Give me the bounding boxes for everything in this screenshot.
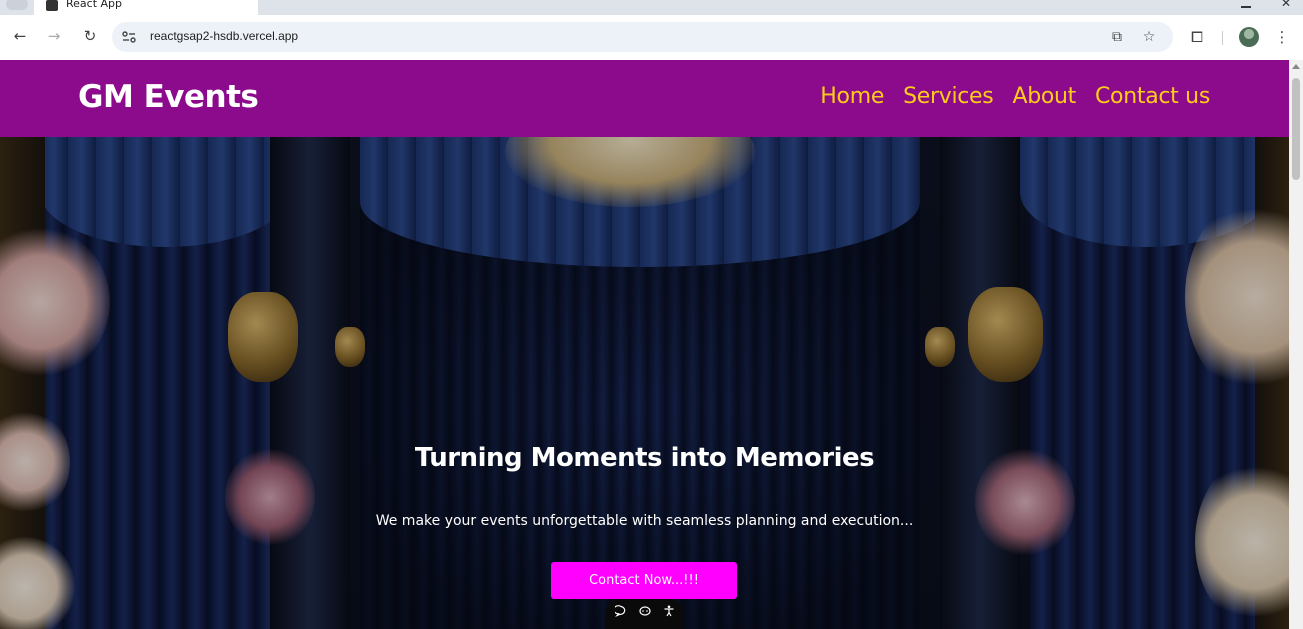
hero-title: Turning Moments into Memories [414,443,875,473]
hero-subtitle: We make your events unforgettable with s… [375,513,914,529]
message-icon[interactable] [638,605,652,619]
accessibility-icon[interactable] [662,605,676,619]
forward-arrow-icon[interactable]: → [44,26,64,46]
floating-widget-bar [605,599,684,629]
site-header: GM Events Home Services About Contact us [0,60,1289,137]
nav-contact[interactable]: Contact us [1095,84,1210,109]
install-app-icon[interactable]: ⧉ [1108,28,1126,46]
nav-services[interactable]: Services [903,84,994,109]
chat-bubble-icon[interactable] [612,605,628,619]
site-info-icon[interactable] [121,30,137,44]
main-nav: Home Services About Contact us [820,84,1210,109]
scroll-up-arrow-icon[interactable] [1292,64,1300,69]
toolbar-divider [1222,31,1223,45]
scroll-thumb[interactable] [1292,78,1300,180]
contact-now-button[interactable]: Contact Now...!!! [551,562,737,599]
react-favicon-icon [46,0,58,11]
address-bar[interactable]: reactgsap2-hsdb.vercel.app ⧉ ☆ [112,22,1173,52]
hero-section: Turning Moments into Memories We make yo… [0,137,1289,629]
back-arrow-icon[interactable]: ← [10,26,30,46]
url-text[interactable]: reactgsap2-hsdb.vercel.app [150,29,298,43]
page-scrollbar[interactable] [1289,60,1303,629]
browser-tabstrip: React App ✕ [0,0,1303,16]
browser-tab[interactable]: React App [34,0,258,16]
menu-kebab-icon[interactable]: ⋮ [1272,27,1292,47]
nav-about[interactable]: About [1012,84,1076,109]
site-logo[interactable]: GM Events [78,79,259,115]
reload-icon[interactable]: ↻ [80,26,100,46]
profile-avatar[interactable] [1239,27,1259,47]
tab-title: React App [66,0,123,10]
close-window-icon[interactable]: ✕ [1281,0,1291,10]
extensions-puzzle-icon[interactable]: ⧠ [1187,27,1207,47]
browser-toolbar: ← → ↻ reactgsap2-hsdb.vercel.app ⧉ ☆ ⧠ ⋮ [0,15,1303,60]
page-viewport: GM Events Home Services About Contact us [0,60,1289,629]
nav-home[interactable]: Home [820,84,884,109]
tab-search-button[interactable] [6,0,28,10]
minimize-icon[interactable] [1241,0,1251,8]
bookmark-star-icon[interactable]: ☆ [1140,28,1158,46]
